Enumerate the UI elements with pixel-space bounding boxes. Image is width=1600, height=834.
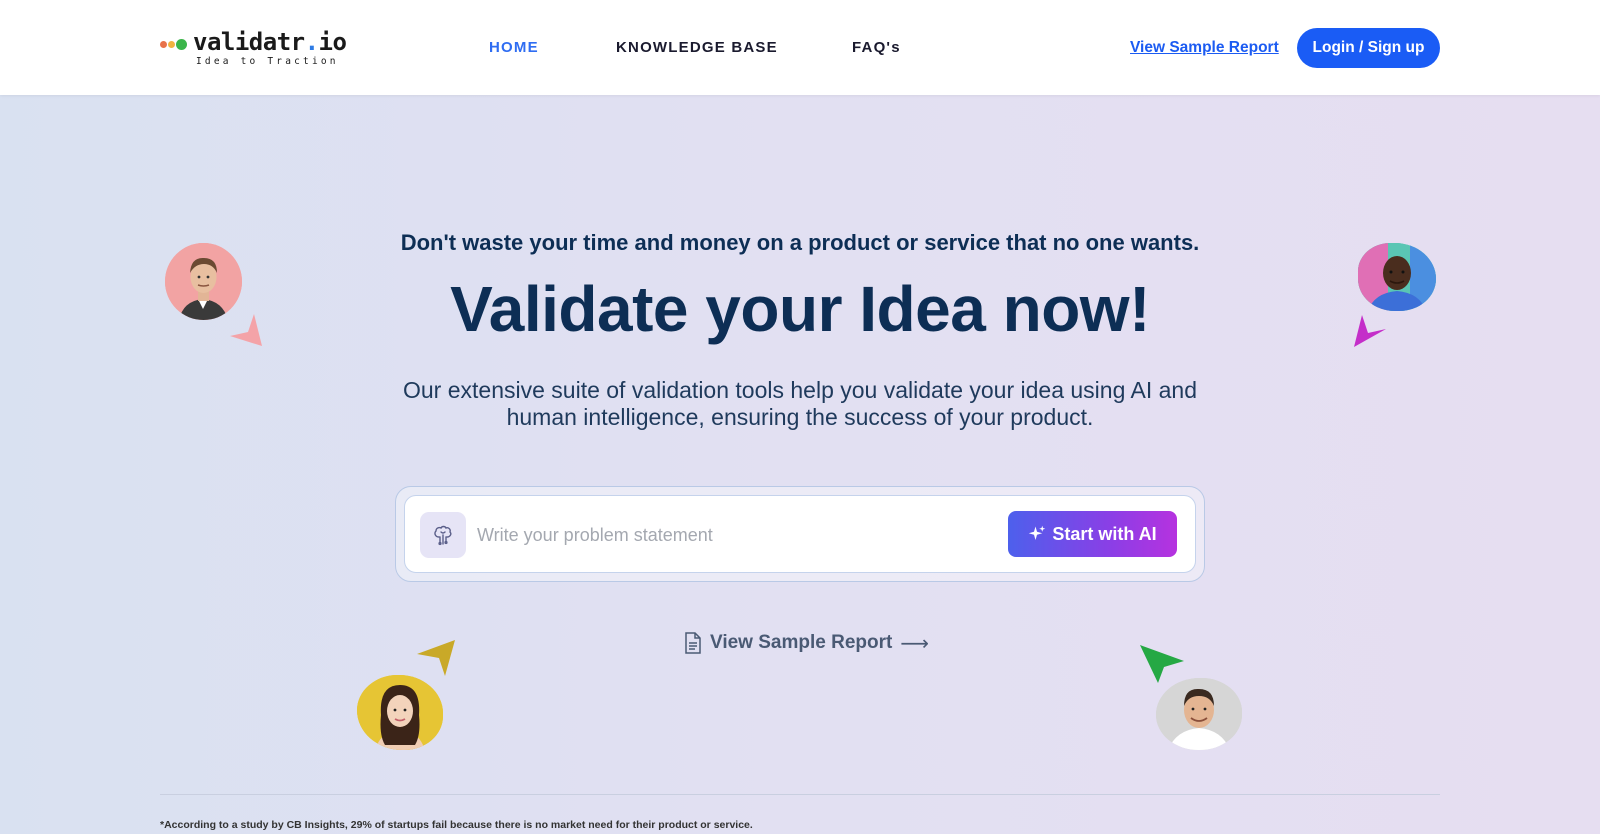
- nav-faqs[interactable]: FAQ's: [852, 39, 901, 56]
- hero-subtext: Our extensive suite of validation tools …: [403, 377, 1197, 430]
- nav-knowledge-base[interactable]: KNOWLEDGE BASE: [616, 39, 778, 56]
- logo-dots: [160, 39, 187, 50]
- site-header: validatr.io Idea to Traction HOME KNOWLE…: [0, 0, 1600, 95]
- brain-icon: [420, 512, 466, 558]
- logo-tagline: Idea to Traction: [196, 56, 339, 67]
- sparkle-icon: [1029, 525, 1046, 540]
- footer-divider: [160, 794, 1440, 795]
- cursor-arrow-green: [1140, 645, 1184, 683]
- view-sample-report-label: View Sample Report: [710, 632, 893, 653]
- header-view-sample-report-link[interactable]: View Sample Report: [1130, 39, 1279, 57]
- problem-statement-input[interactable]: [477, 516, 997, 554]
- start-with-ai-button[interactable]: Start with AI: [1008, 511, 1177, 557]
- problem-statement-box: Start with AI: [395, 486, 1205, 582]
- start-with-ai-label: Start with AI: [1052, 523, 1157, 544]
- nav-home[interactable]: HOME: [489, 39, 539, 56]
- avatar-man-bottom-right: [1156, 678, 1242, 750]
- login-signup-button[interactable]: Login / Sign up: [1297, 28, 1440, 68]
- hero-headline: Validate your Idea now!: [450, 273, 1150, 345]
- avatar-woman-bottom-left: [357, 675, 443, 750]
- arrow-right-icon: ⟶: [900, 631, 929, 655]
- cursor-arrow-yellow: [417, 640, 455, 676]
- hero-kicker: Don't waste your time and money on a pro…: [400, 230, 1200, 255]
- logo-wordmark: validatr.io: [193, 28, 347, 56]
- problem-statement-inner: Start with AI: [404, 495, 1196, 573]
- view-sample-report-link[interactable]: View Sample Report ⟶: [684, 630, 929, 656]
- document-icon: [685, 632, 701, 654]
- footnote: *According to a study by CB Insights, 29…: [160, 819, 753, 831]
- logo[interactable]: validatr.io Idea to Traction: [160, 28, 347, 68]
